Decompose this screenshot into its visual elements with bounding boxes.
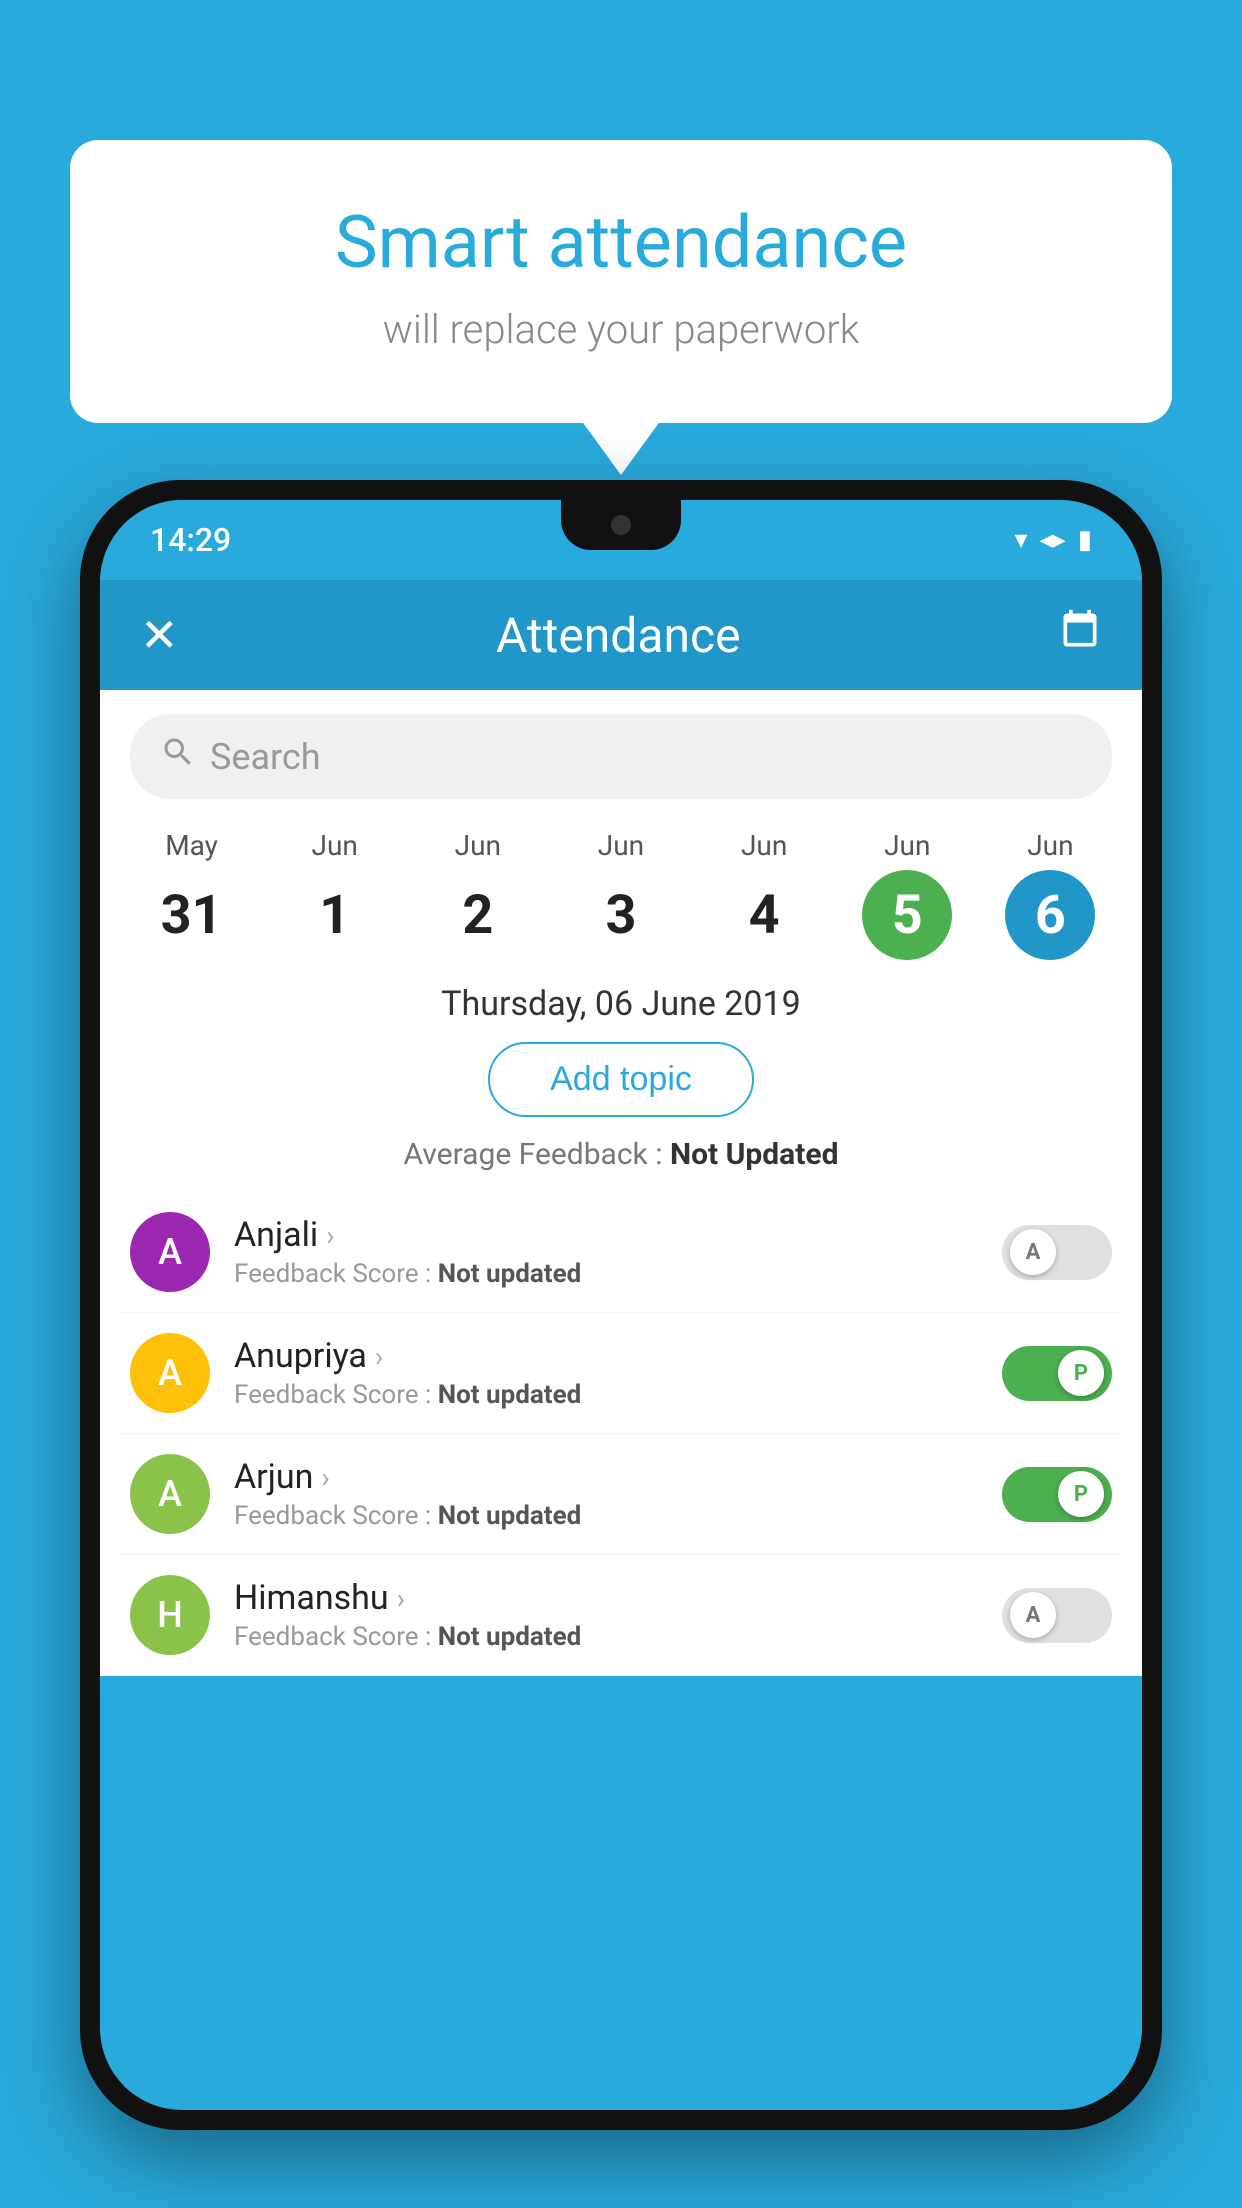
cal-month-label: Jun: [312, 829, 358, 862]
signal-icon: ◂▸: [1040, 525, 1066, 555]
speech-bubble-container: Smart attendance will replace your paper…: [70, 140, 1172, 423]
speech-bubble: Smart attendance will replace your paper…: [70, 140, 1172, 423]
cal-month-label: Jun: [598, 829, 644, 862]
cal-month-label: Jun: [741, 829, 787, 862]
list-item[interactable]: A Arjun › Feedback Score : Not updated P: [120, 1434, 1122, 1555]
add-topic-button[interactable]: Add topic: [488, 1042, 754, 1117]
cal-month-label: Jun: [1027, 829, 1073, 862]
cal-month-label: May: [165, 829, 218, 862]
student-info: Anupriya › Feedback Score : Not updated: [234, 1336, 992, 1410]
status-bar: 14:29 ▾ ◂▸ ▮: [100, 500, 1142, 580]
cal-date-number: 6: [1005, 870, 1095, 960]
student-info: Anjali › Feedback Score : Not updated: [234, 1215, 992, 1289]
cal-date-number: 31: [147, 870, 237, 960]
avatar: A: [130, 1212, 210, 1292]
attendance-toggle[interactable]: P: [1002, 1467, 1112, 1522]
attendance-toggle[interactable]: A: [1002, 1225, 1112, 1280]
student-info: Arjun › Feedback Score : Not updated: [234, 1457, 992, 1531]
camera: [611, 515, 631, 535]
calendar-day[interactable]: May 31: [147, 829, 237, 960]
student-name: Anupriya ›: [234, 1336, 992, 1376]
avatar: A: [130, 1454, 210, 1534]
battery-icon: ▮: [1078, 525, 1092, 555]
search-bar[interactable]: Search: [130, 714, 1112, 799]
close-button[interactable]: ✕: [140, 608, 179, 663]
phone-inner: 14:29 ▾ ◂▸ ▮ ✕ Attendance: [100, 500, 1142, 2110]
calendar-day[interactable]: Jun 4: [719, 829, 809, 960]
average-feedback: Average Feedback : Not Updated: [100, 1137, 1142, 1172]
chevron-right-icon: ›: [397, 1582, 405, 1615]
calendar-strip: May 31 Jun 1 Jun 2 Jun 3 Jun 4 Jun 5 Jun 6: [100, 819, 1142, 960]
status-icons: ▾ ◂▸ ▮: [1015, 525, 1092, 555]
list-item[interactable]: H Himanshu › Feedback Score : Not updated A: [120, 1555, 1122, 1676]
chevron-right-icon: ›: [321, 1461, 329, 1494]
search-icon: [160, 734, 196, 779]
avg-feedback-value: Not Updated: [670, 1137, 839, 1172]
attendance-toggle[interactable]: P: [1002, 1346, 1112, 1401]
header-title: Attendance: [496, 607, 741, 664]
calendar-day[interactable]: Jun 2: [433, 829, 523, 960]
chevron-right-icon: ›: [375, 1340, 383, 1373]
avg-feedback-label: Average Feedback :: [404, 1137, 663, 1172]
list-item[interactable]: AAnjali ›Feedback Score : Not updatedA: [120, 1192, 1122, 1313]
app-body: Search May 31 Jun 1 Jun 2 Jun 3 Jun 4 Jun 5 Jun 6 Thu…: [100, 690, 1142, 1676]
bubble-title: Smart attendance: [150, 200, 1092, 286]
app-header: ✕ Attendance: [100, 580, 1142, 690]
cal-date-number: 2: [433, 870, 523, 960]
calendar-day[interactable]: Jun 6: [1005, 829, 1095, 960]
feedback-score: Feedback Score : Not updated: [234, 1259, 992, 1289]
student-list: AAnjali ›Feedback Score : Not updatedAAA…: [100, 1192, 1142, 1676]
cal-month-label: Jun: [455, 829, 501, 862]
search-placeholder: Search: [210, 736, 321, 778]
status-time: 14:29: [150, 521, 231, 559]
cal-date-number: 4: [719, 870, 809, 960]
cal-date-number: 5: [862, 870, 952, 960]
avatar: A: [130, 1333, 210, 1413]
cal-date-number: 3: [576, 870, 666, 960]
bubble-subtitle: will replace your paperwork: [150, 306, 1092, 353]
selected-date: Thursday, 06 June 2019: [100, 984, 1142, 1024]
avatar: H: [130, 1575, 210, 1655]
attendance-toggle[interactable]: A: [1002, 1588, 1112, 1643]
cal-date-number: 1: [290, 870, 380, 960]
list-item[interactable]: A Anupriya › Feedback Score : Not updated P: [120, 1313, 1122, 1434]
chevron-right-icon: ›: [326, 1219, 334, 1252]
feedback-score: Feedback Score : Not updated: [234, 1501, 992, 1531]
calendar-icon[interactable]: [1058, 608, 1102, 662]
calendar-day[interactable]: Jun 3: [576, 829, 666, 960]
feedback-score: Feedback Score : Not updated: [234, 1380, 992, 1410]
feedback-score: Feedback Score : Not updated: [234, 1622, 992, 1652]
notch: [561, 500, 681, 550]
cal-month-label: Jun: [884, 829, 930, 862]
student-info: Himanshu › Feedback Score : Not updated: [234, 1578, 992, 1652]
student-name: Himanshu ›: [234, 1578, 992, 1618]
calendar-day[interactable]: Jun 5: [862, 829, 952, 960]
wifi-icon: ▾: [1015, 525, 1028, 555]
student-name: Anjali ›: [234, 1215, 992, 1255]
student-name: Arjun ›: [234, 1457, 992, 1497]
calendar-day[interactable]: Jun 1: [290, 829, 380, 960]
phone-frame: 14:29 ▾ ◂▸ ▮ ✕ Attendance: [80, 480, 1162, 2130]
